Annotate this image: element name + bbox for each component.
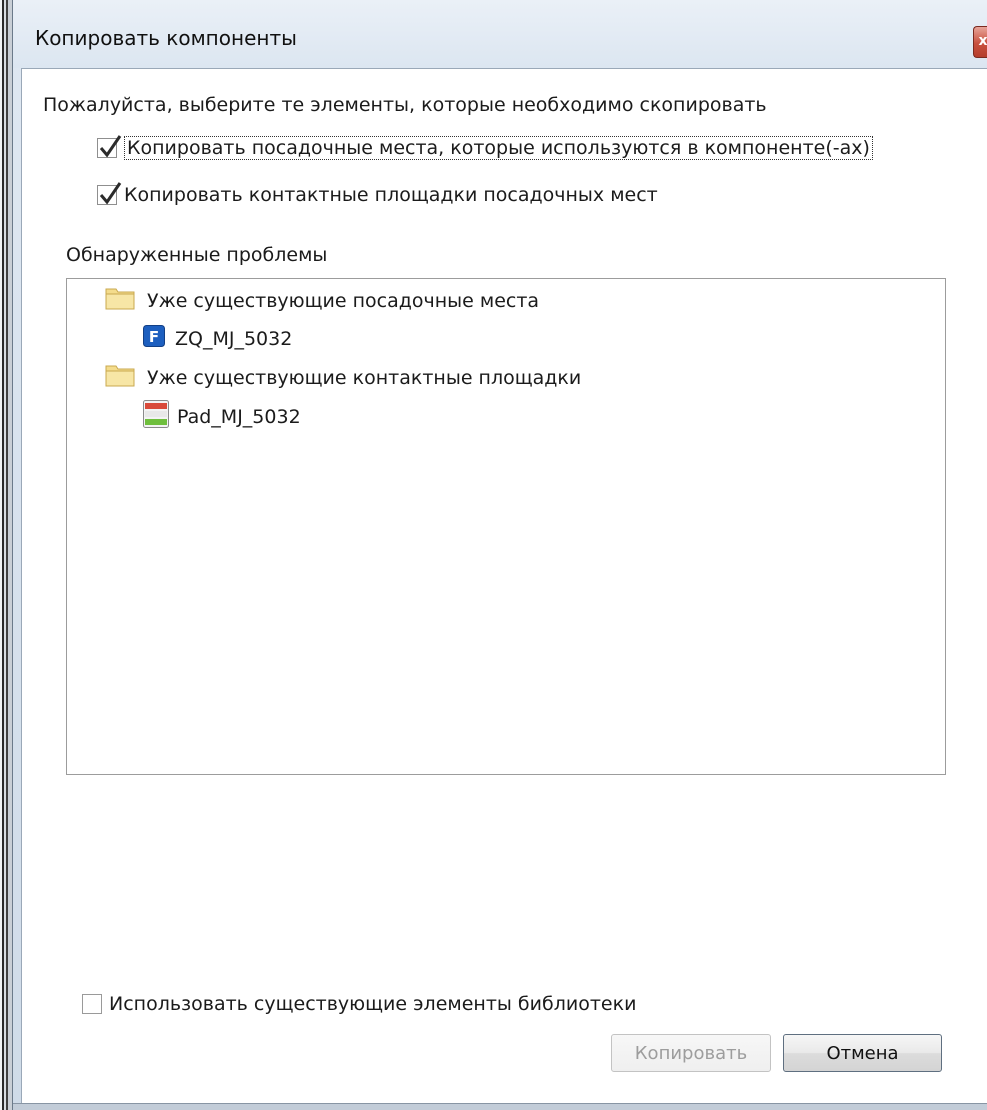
checkmark-icon [99, 135, 122, 158]
title-bar[interactable]: Копировать компоненты x [13, 0, 987, 68]
tree-item-existing-footprints[interactable]: Уже существующие посадочные места [105, 286, 539, 315]
tree-item-label: Pad_MJ_5032 [177, 405, 301, 428]
copy-pads-option[interactable]: Копировать контактные площадки посадочны… [97, 182, 658, 206]
checkmark-icon [99, 182, 122, 205]
footprint-icon: F [143, 325, 165, 352]
copy-footprints-checkbox[interactable] [97, 135, 122, 158]
problems-tree[interactable]: Уже существующие посадочные места F ZQ_M… [66, 278, 946, 775]
copy-footprints-option[interactable]: Копировать посадочные места, которые исп… [97, 135, 873, 160]
tree-item-existing-pads[interactable]: Уже существующие контактные площадки [105, 363, 581, 392]
tree-item-label: ZQ_MJ_5032 [175, 327, 293, 350]
tree-item-label: Уже существующие контактные площадки [147, 366, 582, 389]
copy-pads-checkbox[interactable] [97, 182, 122, 205]
tree-item-footprint-zq[interactable]: F ZQ_MJ_5032 [143, 325, 292, 352]
copy-pads-label: Копировать контактные площадки посадочны… [124, 184, 658, 206]
use-existing-library-option[interactable]: Использовать существующие элементы библи… [82, 993, 636, 1015]
close-icon: x [978, 33, 987, 49]
dialog-title: Копировать компоненты [35, 26, 297, 50]
folder-icon [105, 286, 135, 315]
problems-label: Обнаруженные проблемы [66, 244, 328, 266]
tree-item-pad-mj[interactable]: Pad_MJ_5032 [143, 400, 301, 433]
pad-icon [143, 400, 169, 433]
use-existing-library-checkbox[interactable] [82, 994, 102, 1014]
copy-button[interactable]: Копировать [611, 1034, 771, 1072]
window-bottom-border [13, 1103, 987, 1110]
close-button[interactable]: x [973, 26, 987, 58]
folder-icon [105, 363, 135, 392]
svg-text:F: F [149, 328, 159, 346]
instruction-text: Пожалуйста, выберите те элементы, которы… [43, 94, 767, 116]
cancel-button[interactable]: Отмена [783, 1034, 942, 1072]
tree-item-label: Уже существующие посадочные места [147, 289, 540, 312]
background-window-edge [0, 0, 12, 1110]
use-existing-library-label: Использовать существующие элементы библи… [109, 993, 637, 1015]
copy-footprints-label: Копировать посадочные места, которые исп… [124, 136, 873, 160]
